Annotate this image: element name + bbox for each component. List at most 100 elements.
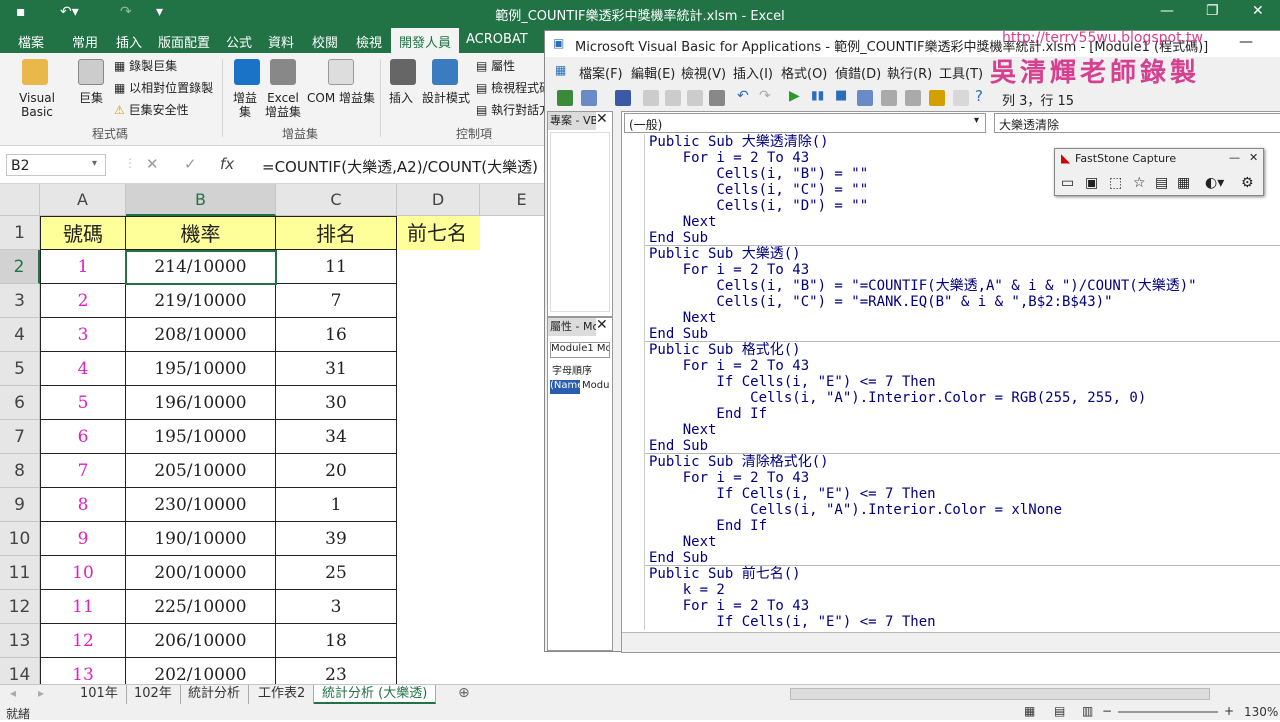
next-sheet-icon[interactable]: ▸ (38, 686, 44, 700)
add-sheet-icon[interactable]: ⊕ (458, 685, 470, 701)
zoom-level[interactable]: 130% (1244, 705, 1278, 719)
object-combo[interactable]: Module1 Module (550, 342, 610, 358)
code-line[interactable]: End Sub (649, 438, 708, 454)
design-mode-button[interactable]: 設計模式 (420, 91, 472, 105)
cell-number[interactable]: 7 (40, 454, 126, 488)
cell-number[interactable]: 10 (40, 556, 126, 590)
zoom-in-icon[interactable]: + (1224, 704, 1234, 718)
normal-view-icon[interactable]: ▦ (1024, 704, 1035, 718)
menu-insert[interactable]: 插入(I) (733, 63, 773, 82)
sheet-tab[interactable]: 統計分析 (180, 685, 250, 704)
paste-icon[interactable] (687, 90, 703, 106)
cell-probability[interactable]: 219/10000 (126, 284, 276, 318)
macro-security-button[interactable]: ⚠ 巨集安全性 (114, 103, 189, 117)
code-line[interactable]: Next (649, 534, 717, 550)
code-line[interactable]: End Sub (649, 550, 708, 566)
restore-icon[interactable]: ❐ (1206, 3, 1219, 19)
row-header[interactable]: 12 (0, 590, 40, 624)
code-line[interactable]: Cells(i, "B") = "" (649, 166, 868, 182)
code-line[interactable]: k = 2 (649, 582, 725, 598)
code-line[interactable]: If Cells(i, "E") <= 7 Then (649, 614, 935, 630)
cell-probability[interactable]: 195/10000 (126, 420, 276, 454)
cell-rank[interactable]: 31 (276, 352, 397, 386)
cell-number[interactable]: 1 (40, 250, 126, 284)
menu-run[interactable]: 執行(R) (887, 63, 932, 82)
close-icon[interactable]: ✕ (596, 111, 608, 127)
excel-view-icon[interactable]: ▦ (555, 63, 566, 77)
cell-number[interactable]: 2 (40, 284, 126, 318)
cell-number[interactable]: 5 (40, 386, 126, 420)
row-header[interactable]: 3 (0, 284, 40, 318)
code-line[interactable]: Cells(i, "A").Interior.Color = RGB(255, … (649, 390, 1146, 406)
tab-review[interactable]: 校閱 (312, 32, 338, 51)
row-header[interactable]: 4 (0, 318, 40, 352)
design-mode-icon[interactable] (857, 90, 873, 106)
cell-rank[interactable]: 11 (276, 250, 397, 284)
capture-window-icon[interactable]: ▭ (1061, 175, 1074, 191)
code-line[interactable]: Public Sub 前七名() (649, 566, 801, 582)
column-header-a[interactable]: A (40, 184, 126, 216)
menu-format[interactable]: 格式(O) (781, 63, 827, 82)
tab-formulas[interactable]: 公式 (226, 32, 252, 51)
settings-icon[interactable]: ⚙ (1241, 175, 1254, 191)
cell-rank[interactable]: 39 (276, 522, 397, 556)
row-header[interactable]: 9 (0, 488, 40, 522)
cell-probability[interactable]: 205/10000 (126, 454, 276, 488)
output-options-icon[interactable]: ◐▾ (1205, 175, 1224, 191)
cell-number[interactable]: 4 (40, 352, 126, 386)
row-header[interactable]: 2 (0, 250, 40, 284)
toolbox-icon[interactable] (953, 90, 969, 106)
cell-number[interactable]: 8 (40, 488, 126, 522)
header-cell-top7[interactable]: 前七名 (397, 216, 480, 250)
code-line[interactable]: For i = 2 To 43 (649, 262, 809, 278)
code-line[interactable]: Cells(i, "B") = "=COUNTIF(大樂透,A" & i & "… (649, 278, 1196, 294)
row-header[interactable]: 7 (0, 420, 40, 454)
cell-probability[interactable]: 206/10000 (126, 624, 276, 658)
code-line[interactable]: End If (649, 406, 767, 422)
faststone-close-icon[interactable]: ✕ (1249, 151, 1258, 164)
cell-rank[interactable]: 7 (276, 284, 397, 318)
page-layout-icon[interactable]: ▤ (1054, 704, 1065, 718)
header-cell-number[interactable]: 號碼 (40, 216, 126, 250)
tab-developer[interactable]: 開發人員 (391, 28, 460, 53)
cell-rank[interactable]: 30 (276, 386, 397, 420)
tab-file[interactable]: 檔案 (18, 32, 44, 51)
faststone-minimize-icon[interactable]: — (1229, 151, 1240, 164)
code-line[interactable]: For i = 2 To 43 (649, 470, 809, 486)
code-line[interactable]: Cells(i, "C") = "" (649, 182, 868, 198)
cell-rank[interactable]: 16 (276, 318, 397, 352)
insert-control-button[interactable]: 插入 (386, 91, 416, 105)
menu-edit[interactable]: 編輯(E) (631, 63, 675, 82)
cell-rank[interactable]: 25 (276, 556, 397, 590)
copy-icon[interactable] (665, 90, 681, 106)
code-line[interactable]: Next (649, 422, 717, 438)
code-line[interactable]: For i = 2 To 43 (649, 598, 809, 614)
code-line[interactable]: For i = 2 To 43 (649, 358, 809, 374)
vba-minimize-icon[interactable]: — (1239, 34, 1253, 50)
column-header-b[interactable]: B (126, 184, 276, 216)
cell-rank[interactable]: 23 (276, 658, 397, 684)
properties-window-icon[interactable] (905, 90, 921, 106)
menu-view[interactable]: 檢視(V) (681, 63, 726, 82)
undo-icon[interactable]: ↶ (737, 88, 749, 104)
code-line[interactable]: End If (649, 518, 767, 534)
tab-view[interactable]: 檢視 (356, 32, 382, 51)
help-icon[interactable]: ? (975, 87, 983, 105)
zoom-out-icon[interactable]: − (1102, 704, 1112, 718)
cell-probability[interactable]: 208/10000 (126, 318, 276, 352)
menu-tools[interactable]: 工具(T) (939, 63, 983, 82)
tab-data[interactable]: 資料 (268, 32, 294, 51)
cell-probability[interactable]: 230/10000 (126, 488, 276, 522)
column-header-c[interactable]: C (276, 184, 397, 216)
props-tab-alpha[interactable]: 字母順序 (552, 362, 610, 377)
capture-scroll-icon[interactable]: ▦ (1177, 175, 1190, 191)
cell-probability[interactable]: 225/10000 (126, 590, 276, 624)
tab-acrobat[interactable]: ACROBAT (466, 32, 528, 47)
enter-icon[interactable]: ✓ (184, 155, 197, 173)
code-line[interactable]: Cells(i, "C") = "=RANK.EQ(B" & i & ",B$2… (649, 294, 1112, 310)
code-line[interactable]: If Cells(i, "E") <= 7 Then (649, 374, 935, 390)
project-tree[interactable] (550, 132, 610, 312)
row-header[interactable]: 11 (0, 556, 40, 590)
props-name-key[interactable]: (Name) (550, 380, 580, 394)
code-line[interactable]: Cells(i, "A").Interior.Color = xlNone (649, 502, 1062, 518)
